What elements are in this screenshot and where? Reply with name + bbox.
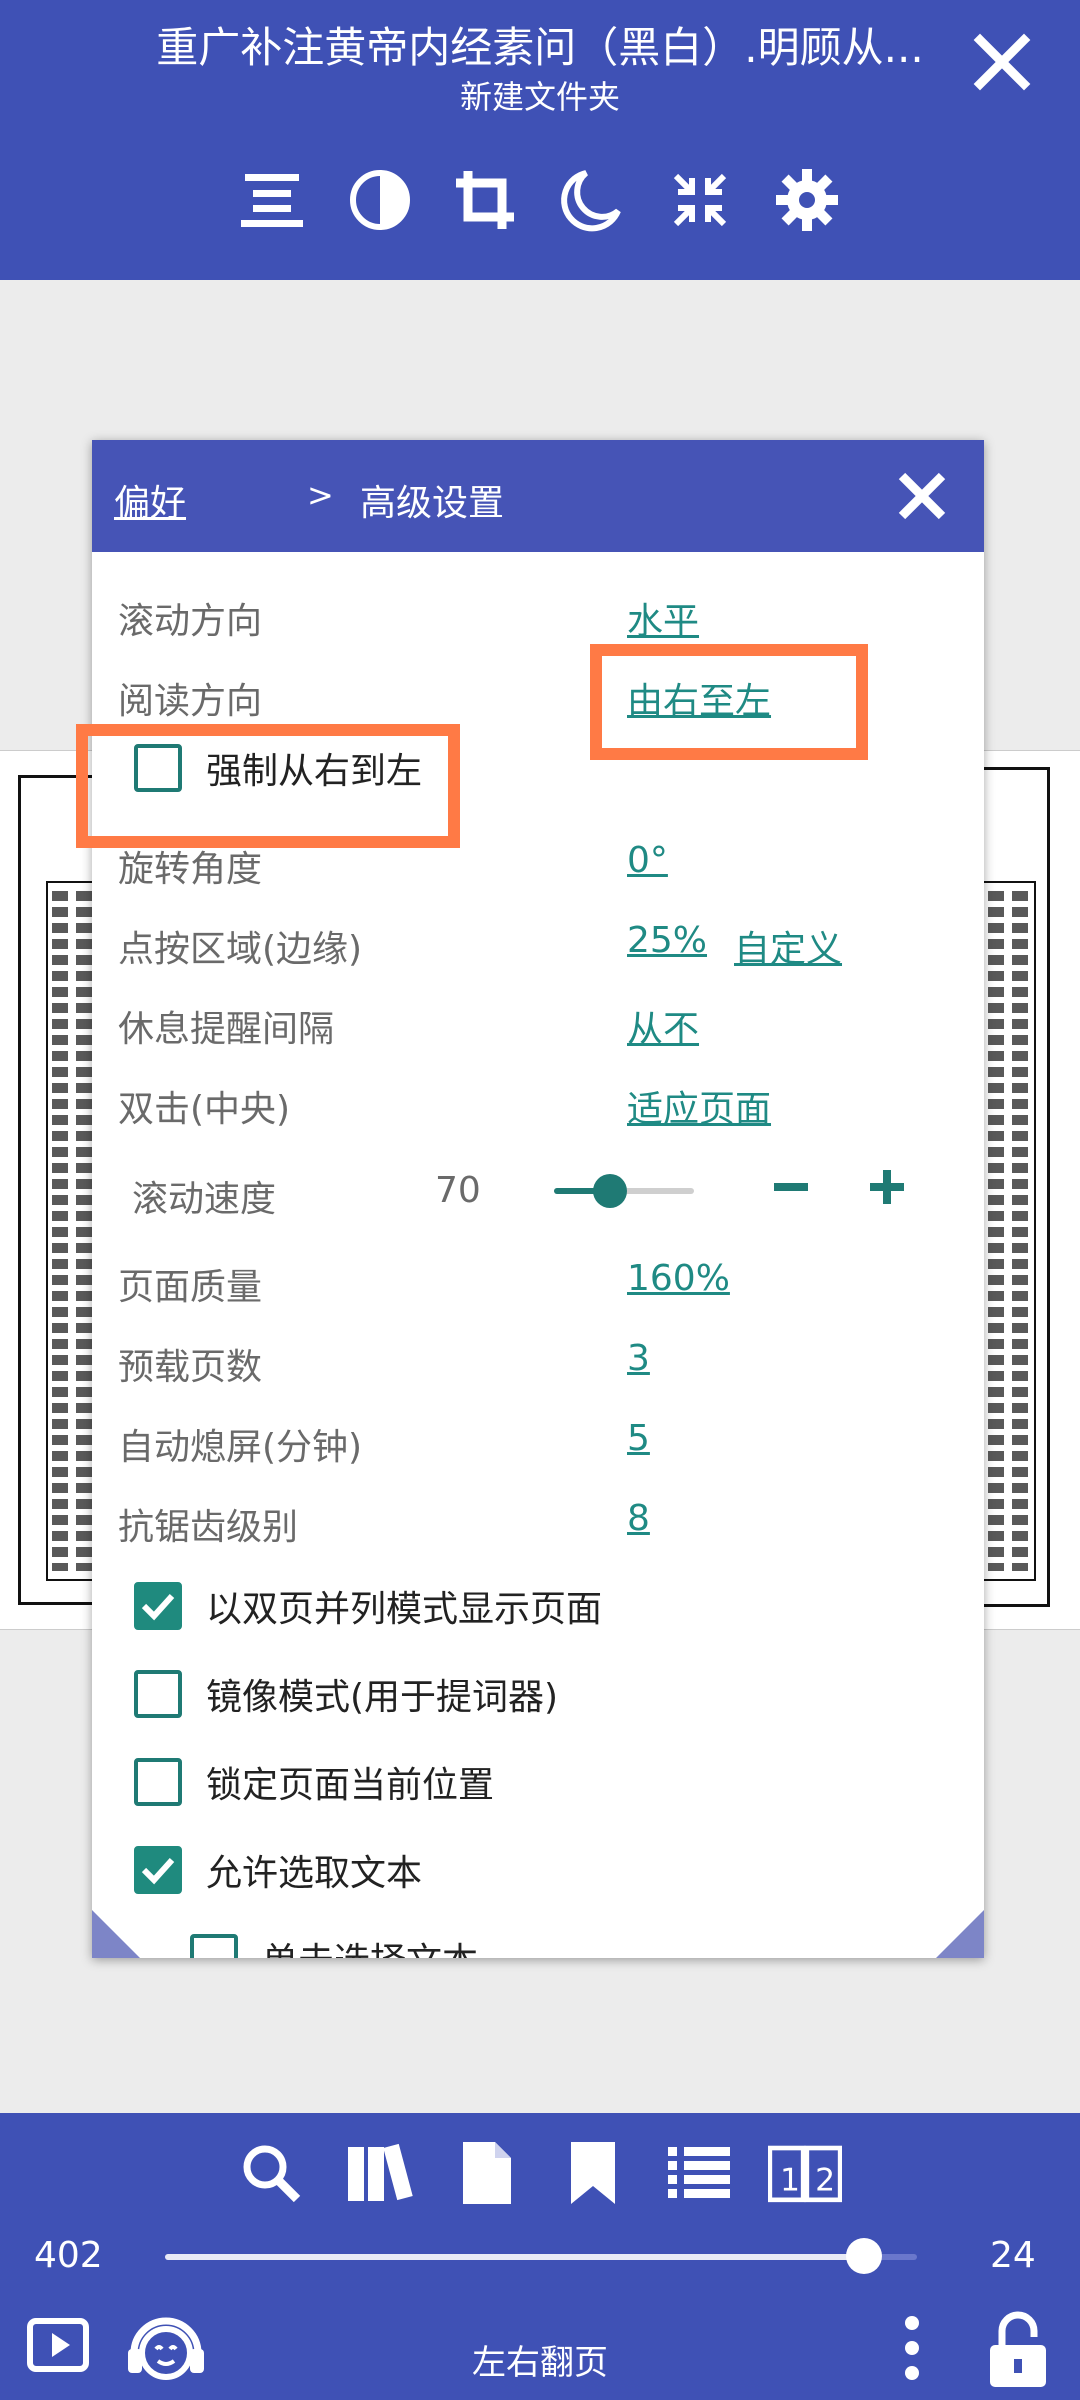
single-tap-select-checkbox[interactable]	[190, 1934, 238, 1958]
document-title: 重广补注黄帝内经素问（黑白）.明顾从...	[156, 23, 924, 72]
tap-zone-custom-link[interactable]: 自定义	[734, 920, 842, 972]
dual-page-label: 以双页并列模式显示页面	[206, 1589, 603, 1630]
reading-direction-label: 阅读方向	[118, 681, 263, 722]
highlight-reading-direction	[590, 644, 868, 760]
check-icon	[141, 1593, 175, 1621]
dual-page-checkbox-row[interactable]: 以双页并列模式显示页面	[134, 1576, 602, 1636]
breadcrumb-current: 高级设置	[360, 483, 505, 524]
lock-icon[interactable]	[986, 2309, 1050, 2389]
lock-position-checkbox-row[interactable]: 锁定页面当前位置	[134, 1752, 494, 1812]
preload-pages-label: 预载页数	[118, 1347, 263, 1388]
allow-select-text-checkbox[interactable]	[134, 1846, 182, 1894]
lock-position-checkbox[interactable]	[134, 1758, 182, 1806]
bookmark-icon[interactable]	[556, 2133, 630, 2213]
top-toolbar	[0, 160, 1080, 240]
two-page-icon[interactable]: 12	[768, 2133, 842, 2213]
text-column	[988, 891, 1004, 1571]
mirror-mode-label: 镜像模式(用于提词器)	[206, 1677, 559, 1718]
text-column	[76, 891, 92, 1571]
folder-subtitle: 新建文件夹	[459, 78, 620, 116]
dual-page-checkbox[interactable]	[134, 1582, 182, 1630]
svg-text:1: 1	[780, 2163, 800, 2199]
double-tap-value[interactable]: 适应页面	[627, 1080, 771, 1132]
speed-increase-icon[interactable]	[862, 1162, 912, 1212]
rest-reminder-label: 休息提醒间隔	[118, 1009, 335, 1050]
document-icon[interactable]	[450, 2133, 524, 2213]
crop-icon[interactable]	[450, 160, 520, 240]
rest-reminder-value[interactable]: 从不	[627, 1000, 699, 1052]
breadcrumb-separator: >	[307, 476, 334, 514]
mirror-mode-checkbox[interactable]	[134, 1670, 182, 1718]
mirror-mode-checkbox-row[interactable]: 镜像模式(用于提词器)	[134, 1664, 558, 1724]
scroll-speed-slider[interactable]	[554, 1174, 694, 1208]
rotation-value[interactable]: 0°	[627, 840, 668, 881]
preload-pages-value[interactable]: 3	[627, 1338, 650, 1379]
allow-select-text-label: 允许选取文本	[206, 1853, 423, 1894]
night-mode-icon[interactable]	[556, 160, 626, 240]
total-page-number: 24	[990, 2235, 1036, 2276]
search-icon[interactable]	[234, 2133, 308, 2213]
bottom-app-bar: 12 402 24 左右翻页	[0, 2113, 1080, 2400]
page-progress-thumb[interactable]	[846, 2238, 883, 2274]
highlight-force-rtl	[76, 724, 460, 848]
double-tap-label: 双击(中央)	[118, 1089, 291, 1130]
breadcrumb-preferences-link[interactable]: 偏好	[114, 474, 186, 526]
antialias-label: 抗锯齿级别	[118, 1507, 299, 1548]
scroll-speed-value: 70	[435, 1170, 481, 1211]
dialog-header: 偏好 > 高级设置	[92, 440, 984, 552]
lock-position-label: 锁定页面当前位置	[206, 1765, 495, 1806]
auto-screen-off-value[interactable]: 5	[627, 1418, 650, 1459]
resize-handle-right[interactable]	[936, 1910, 984, 1958]
text-column	[1012, 891, 1028, 1571]
check-icon	[141, 1857, 175, 1885]
resize-handle-left[interactable]	[92, 1910, 140, 1958]
scroll-direction-value[interactable]: 水平	[627, 592, 699, 644]
svg-text:2: 2	[815, 2163, 835, 2199]
document-page-left	[0, 750, 100, 1630]
single-tap-select-checkbox-row[interactable]: 单击选择文本	[190, 1928, 478, 1958]
top-app-bar: 重广补注黄帝内经素问（黑白）.明顾从... 新建文件夹	[0, 0, 1080, 280]
single-tap-select-label: 单击选择文本	[262, 1932, 478, 1958]
speed-decrease-icon[interactable]	[766, 1162, 816, 1212]
toc-list-icon[interactable]	[662, 2133, 736, 2213]
text-column	[52, 891, 68, 1571]
close-icon[interactable]	[970, 30, 1034, 94]
scroll-speed-thumb[interactable]	[593, 1174, 627, 1208]
more-vert-icon[interactable]	[890, 2313, 934, 2383]
auto-screen-off-label: 自动熄屏(分钟)	[118, 1427, 363, 1468]
page-progress-slider[interactable]	[165, 2238, 917, 2274]
menu-lines-icon[interactable]	[237, 160, 307, 240]
page-quality-label: 页面质量	[118, 1267, 263, 1308]
tap-zone-value[interactable]: 25%	[627, 920, 707, 961]
close-icon[interactable]	[892, 466, 952, 526]
allow-select-text-checkbox-row[interactable]: 允许选取文本	[134, 1840, 422, 1900]
settings-gear-icon[interactable]	[772, 160, 842, 240]
antialias-value[interactable]: 8	[627, 1498, 650, 1539]
page-progress-fill	[165, 2254, 865, 2260]
collapse-icon[interactable]	[665, 160, 735, 240]
bottom-toolbar: 12	[0, 2133, 1080, 2213]
page-quality-value[interactable]: 160%	[627, 1258, 730, 1299]
tap-zone-label: 点按区域(边缘)	[118, 929, 363, 970]
document-page-right	[978, 750, 1080, 1630]
contrast-icon[interactable]	[345, 160, 415, 240]
scroll-direction-label: 滚动方向	[118, 601, 263, 642]
scroll-speed-label: 滚动速度	[132, 1179, 277, 1220]
library-icon[interactable]	[344, 2133, 418, 2213]
current-page-number: 402	[34, 2235, 103, 2276]
